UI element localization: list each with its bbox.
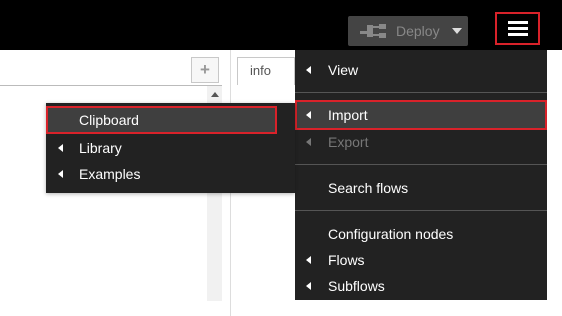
menu-item-label: Export	[328, 134, 369, 150]
deploy-button[interactable]: Deploy	[348, 16, 468, 46]
menu-item-label: Subflows	[328, 278, 385, 294]
main-menu-dropdown: View Import Export Search flows Configur…	[295, 50, 547, 300]
caret-left-icon	[58, 144, 63, 152]
scroll-up-arrow-icon[interactable]	[207, 88, 222, 100]
caret-left-icon	[306, 111, 311, 119]
caret-left-icon	[58, 170, 63, 178]
menu-item-view[interactable]: View	[295, 57, 547, 83]
menu-divider	[295, 210, 547, 211]
caret-left-icon	[306, 282, 311, 290]
caret-left-icon	[306, 66, 311, 74]
menu-item-label: Import	[328, 107, 368, 123]
deploy-icon	[360, 24, 386, 38]
import-submenu: Clipboard Library Examples	[46, 103, 295, 193]
menu-item-search-flows[interactable]: Search flows	[295, 175, 547, 201]
menu-divider	[295, 164, 547, 165]
menu-item-label: Configuration nodes	[328, 226, 454, 242]
menu-item-flows[interactable]: Flows	[295, 247, 547, 273]
menu-item-configuration-nodes[interactable]: Configuration nodes	[295, 221, 547, 247]
menu-item-subflows[interactable]: Subflows	[295, 273, 547, 299]
menu-item-label: Search flows	[328, 180, 409, 196]
submenu-item-label: Library	[79, 140, 122, 156]
chevron-down-icon[interactable]	[451, 28, 462, 34]
flow-tab-strip	[0, 55, 222, 86]
submenu-item-label: Examples	[79, 166, 141, 182]
deploy-label: Deploy	[396, 23, 440, 39]
menu-item-export: Export	[295, 129, 547, 155]
menu-item-label: Flows	[328, 252, 365, 268]
menu-divider	[295, 92, 547, 93]
hamburger-menu-icon	[507, 21, 528, 36]
submenu-item-examples[interactable]: Examples	[46, 161, 295, 187]
header-bar: Deploy	[0, 0, 562, 50]
submenu-item-label: Clipboard	[79, 112, 139, 128]
submenu-item-library[interactable]: Library	[46, 135, 295, 161]
menu-item-import[interactable]: Import	[295, 100, 547, 130]
menu-item-label: View	[328, 62, 359, 78]
caret-left-icon	[306, 138, 311, 146]
add-flow-button[interactable]: +	[191, 57, 219, 83]
tab-info[interactable]: info	[237, 57, 295, 85]
caret-left-icon	[306, 256, 311, 264]
main-menu-button[interactable]	[495, 12, 540, 45]
submenu-item-clipboard[interactable]: Clipboard	[46, 106, 277, 134]
